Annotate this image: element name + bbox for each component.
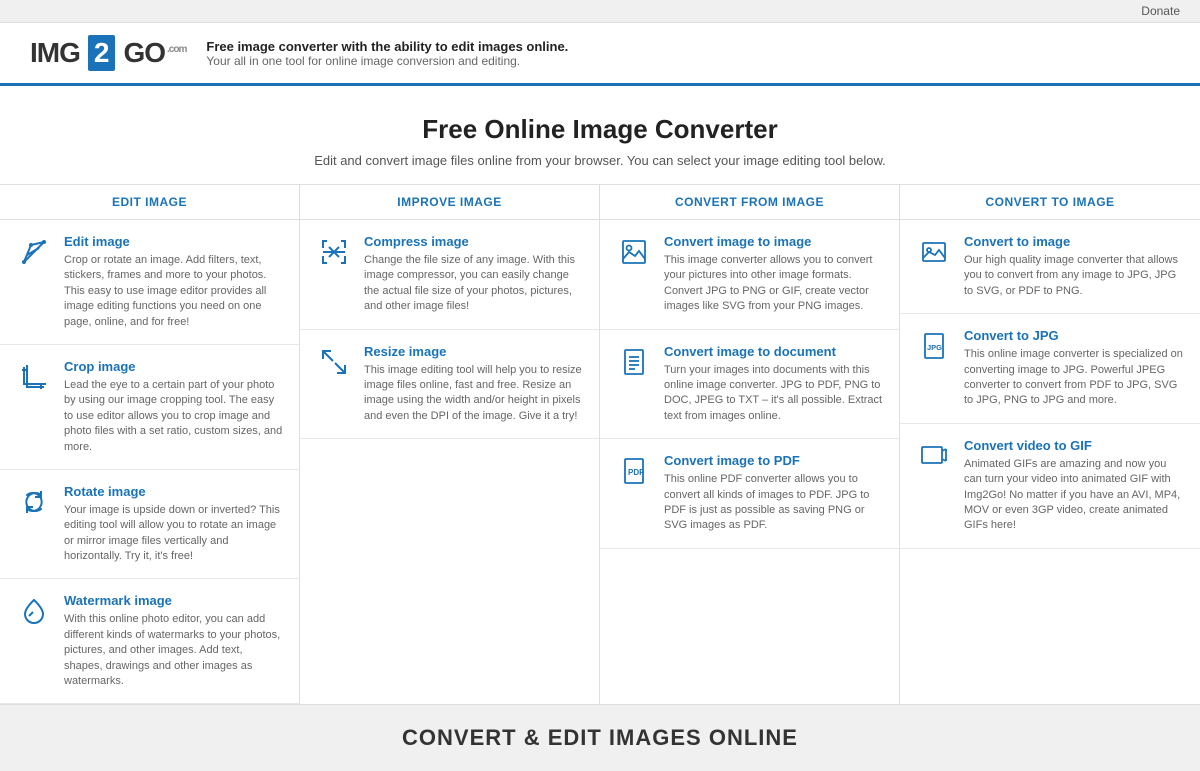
cards-section: Edit image Crop or rotate an image. Add … bbox=[0, 220, 1200, 704]
card-convert-doc-desc: Turn your images into documents with thi… bbox=[664, 363, 883, 425]
card-convert-pdf-content: Convert image to PDF This online PDF con… bbox=[664, 453, 883, 534]
card-to-jpg-title: Convert to JPG bbox=[964, 328, 1184, 343]
card-to-image-title: Convert to image bbox=[964, 234, 1184, 249]
card-rotate-title: Rotate image bbox=[64, 484, 283, 499]
donate-link[interactable]: Donate bbox=[1141, 4, 1180, 18]
rotate-icon bbox=[16, 484, 52, 520]
card-compress-desc: Change the file size of any image. With … bbox=[364, 253, 583, 315]
card-rotate-image[interactable]: Rotate image Your image is upside down o… bbox=[0, 470, 299, 580]
card-resize-image[interactable]: Resize image This image editing tool wil… bbox=[300, 330, 599, 440]
column-headers: EDIT IMAGE IMPROVE IMAGE CONVERT FROM IM… bbox=[0, 185, 1200, 220]
hero-section: Free Online Image Converter Edit and con… bbox=[0, 86, 1200, 185]
card-convert-image-to-doc[interactable]: Convert image to document Turn your imag… bbox=[600, 330, 899, 440]
card-watermark-content: Watermark image With this online photo e… bbox=[64, 593, 283, 689]
card-convert-pdf-desc: This online PDF converter allows you to … bbox=[664, 472, 883, 534]
card-convert-to-jpg[interactable]: JPG Convert to JPG This online image con… bbox=[900, 314, 1200, 424]
improve-column: Compress image Change the file size of a… bbox=[300, 220, 600, 704]
card-edit-desc: Crop or rotate an image. Add filters, te… bbox=[64, 253, 283, 330]
compress-icon bbox=[316, 234, 352, 270]
header-tagline: Free image converter with the ability to… bbox=[206, 39, 568, 68]
crop-icon bbox=[16, 359, 52, 395]
card-convert-image-to-pdf[interactable]: PDF Convert image to PDF This online PDF… bbox=[600, 439, 899, 549]
card-convert-image-desc: This image converter allows you to conve… bbox=[664, 253, 883, 315]
card-watermark-desc: With this online photo editor, you can a… bbox=[64, 612, 283, 689]
card-resize-content: Resize image This image editing tool wil… bbox=[364, 344, 583, 425]
logo-num: 2 bbox=[88, 35, 116, 71]
card-rotate-content: Rotate image Your image is upside down o… bbox=[64, 484, 283, 565]
card-convert-image-title: Convert image to image bbox=[664, 234, 883, 249]
card-edit-title: Edit image bbox=[64, 234, 283, 249]
svg-text:PDF: PDF bbox=[628, 468, 644, 477]
card-crop-desc: Lead the eye to a certain part of your p… bbox=[64, 378, 283, 455]
logo[interactable]: IMG 2 GO.com bbox=[30, 35, 186, 71]
card-convert-video-to-gif[interactable]: Convert video to GIF Animated GIFs are a… bbox=[900, 424, 1200, 549]
card-video-gif-desc: Animated GIFs are amazing and now you ca… bbox=[964, 457, 1184, 534]
convert-from-column: Convert image to image This image conver… bbox=[600, 220, 900, 704]
logo-go-text: GO.com bbox=[123, 37, 186, 69]
card-video-gif-title: Convert video to GIF bbox=[964, 438, 1184, 453]
convert-pdf-icon: PDF bbox=[616, 453, 652, 489]
col-header-convert-to: CONVERT TO IMAGE bbox=[900, 185, 1200, 219]
to-image-icon bbox=[916, 234, 952, 270]
card-compress-content: Compress image Change the file size of a… bbox=[364, 234, 583, 315]
card-convert-image-to-image[interactable]: Convert image to image This image conver… bbox=[600, 220, 899, 330]
tagline-sub: Your all in one tool for online image co… bbox=[206, 54, 568, 68]
card-convert-doc-content: Convert image to document Turn your imag… bbox=[664, 344, 883, 425]
card-rotate-desc: Your image is upside down or inverted? T… bbox=[64, 503, 283, 565]
card-to-jpg-content: Convert to JPG This online image convert… bbox=[964, 328, 1184, 409]
card-convert-doc-title: Convert image to document bbox=[664, 344, 883, 359]
col-header-improve: IMPROVE IMAGE bbox=[300, 185, 600, 219]
watermark-icon bbox=[16, 593, 52, 629]
convert-image-icon bbox=[616, 234, 652, 270]
bottom-banner: CONVERT & EDIT IMAGES ONLINE bbox=[0, 704, 1200, 771]
top-bar: Donate bbox=[0, 0, 1200, 23]
convert-doc-icon bbox=[616, 344, 652, 380]
tagline-bold: Free image converter with the ability to… bbox=[206, 39, 568, 54]
card-to-image-desc: Our high quality image converter that al… bbox=[964, 253, 1184, 299]
card-watermark-image[interactable]: Watermark image With this online photo e… bbox=[0, 579, 299, 704]
convert-to-column: Convert to image Our high quality image … bbox=[900, 220, 1200, 704]
card-edit-content: Edit image Crop or rotate an image. Add … bbox=[64, 234, 283, 330]
card-crop-content: Crop image Lead the eye to a certain par… bbox=[64, 359, 283, 455]
card-convert-image-content: Convert image to image This image conver… bbox=[664, 234, 883, 315]
logo-img-text: IMG bbox=[30, 37, 80, 69]
col-header-edit: EDIT IMAGE bbox=[0, 185, 300, 219]
card-to-jpg-desc: This online image converter is specializ… bbox=[964, 347, 1184, 409]
col-header-convert-from: CONVERT FROM IMAGE bbox=[600, 185, 900, 219]
card-edit-image[interactable]: Edit image Crop or rotate an image. Add … bbox=[0, 220, 299, 345]
card-to-image-content: Convert to image Our high quality image … bbox=[964, 234, 1184, 299]
site-header: IMG 2 GO.com Free image converter with t… bbox=[0, 23, 1200, 86]
edit-column: Edit image Crop or rotate an image. Add … bbox=[0, 220, 300, 704]
card-crop-title: Crop image bbox=[64, 359, 283, 374]
card-crop-image[interactable]: Crop image Lead the eye to a certain par… bbox=[0, 345, 299, 470]
card-compress-image[interactable]: Compress image Change the file size of a… bbox=[300, 220, 599, 330]
svg-text:JPG: JPG bbox=[927, 343, 942, 352]
card-video-gif-content: Convert video to GIF Animated GIFs are a… bbox=[964, 438, 1184, 534]
hero-subtitle: Edit and convert image files online from… bbox=[20, 153, 1180, 168]
to-jpg-icon: JPG bbox=[916, 328, 952, 364]
edit-icon bbox=[16, 234, 52, 270]
card-resize-title: Resize image bbox=[364, 344, 583, 359]
card-watermark-title: Watermark image bbox=[64, 593, 283, 608]
card-resize-desc: This image editing tool will help you to… bbox=[364, 363, 583, 425]
resize-icon bbox=[316, 344, 352, 380]
hero-title: Free Online Image Converter bbox=[20, 114, 1180, 145]
bottom-title: CONVERT & EDIT IMAGES ONLINE bbox=[20, 725, 1180, 751]
card-convert-to-image[interactable]: Convert to image Our high quality image … bbox=[900, 220, 1200, 314]
card-compress-title: Compress image bbox=[364, 234, 583, 249]
card-convert-pdf-title: Convert image to PDF bbox=[664, 453, 883, 468]
video-gif-icon bbox=[916, 438, 952, 474]
